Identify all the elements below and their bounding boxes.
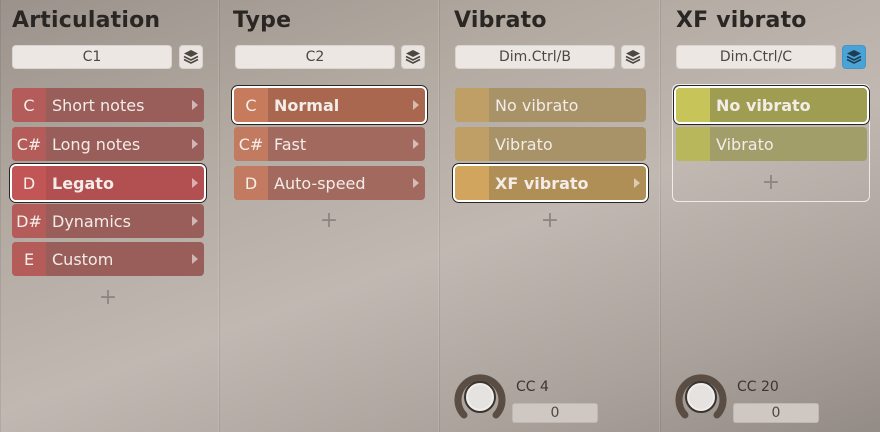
knob-icon[interactable] [675,371,727,423]
articulation-item-custom[interactable]: E Custom [12,242,204,276]
cc-value-field[interactable]: 0 [512,403,598,423]
vibrato-column: Vibrato Dim.Ctrl/B No vibrato Vibrato XF… [438,0,659,432]
layers-button[interactable] [621,45,645,69]
xf-vibrato-column: XF vibrato Dim.Ctrl/C No vibrato Vibrato… [659,0,880,432]
type-item-auto-speed[interactable]: D Auto-speed [234,166,425,200]
vibrato-item-no-vibrato[interactable]: No vibrato [455,88,646,122]
item-label: Normal [274,95,340,115]
layers-button-active[interactable] [842,45,866,69]
item-label: Legato [52,173,114,193]
item-label: Vibrato [495,134,553,154]
item-label: Custom [52,249,114,269]
chevron-right-icon [192,254,198,264]
layers-button[interactable] [401,45,425,69]
item-label: No vibrato [495,95,579,115]
key-swatch [676,127,710,161]
key-label: C [234,88,268,122]
layers-icon [846,50,862,64]
chevron-right-icon [192,100,198,110]
plus-icon[interactable]: + [317,210,341,232]
chevron-right-icon [634,178,640,188]
xf-vibrato-selector[interactable]: Dim.Ctrl/C [676,45,836,69]
chevron-right-icon [413,100,419,110]
type-item-fast[interactable]: C# Fast [234,127,425,161]
type-title: Type [233,8,292,33]
articulation-selector[interactable]: C1 [12,45,172,69]
key-label: D# [12,204,46,238]
item-label: Long notes [52,134,141,154]
cc-label: CC 20 [737,379,779,395]
articulation-item-short-notes[interactable]: C Short notes [12,88,204,122]
layers-icon [625,50,641,64]
chevron-right-icon [413,178,419,188]
key-swatch [455,166,489,200]
plus-icon[interactable]: + [759,172,783,194]
chevron-right-icon [192,139,198,149]
type-selector[interactable]: C2 [235,45,395,69]
item-label: Fast [274,134,307,154]
key-label: E [12,242,46,276]
xf-vibrato-item-no-vibrato[interactable]: No vibrato [676,88,867,122]
articulation-title: Articulation [12,8,161,33]
layers-button[interactable] [179,45,203,69]
plus-icon[interactable]: + [96,287,120,309]
vibrato-item-xf-vibrato[interactable]: XF vibrato [455,166,646,200]
item-label: XF vibrato [495,173,589,193]
vibrato-item-vibrato[interactable]: Vibrato [455,127,646,161]
key-swatch [455,127,489,161]
key-label: D [234,166,268,200]
chevron-right-icon [192,178,198,188]
key-label: C# [234,127,268,161]
layers-icon [405,50,421,64]
articulation-column: Articulation C1 C Short notes C# Long no… [0,0,218,432]
articulation-item-long-notes[interactable]: C# Long notes [12,127,204,161]
chevron-right-icon [192,216,198,226]
articulation-item-legato[interactable]: D Legato [12,166,204,200]
item-label: Dynamics [52,211,131,231]
type-item-normal[interactable]: C Normal [234,88,425,122]
cc-label: CC 4 [516,379,549,395]
key-label: C# [12,127,46,161]
knob-icon[interactable] [454,371,506,423]
item-label: No vibrato [716,95,811,115]
xf-vibrato-item-vibrato[interactable]: Vibrato [676,127,867,161]
item-label: Short notes [52,95,145,115]
item-label: Auto-speed [274,173,366,193]
vibrato-title: Vibrato [454,8,547,33]
type-column: Type C2 C Normal C# Fast D Auto-speed + [218,0,438,432]
cc-value-field[interactable]: 0 [733,403,819,423]
xf-vibrato-title: XF vibrato [676,8,807,33]
vibrato-selector[interactable]: Dim.Ctrl/B [455,45,615,69]
plus-icon[interactable]: + [538,210,562,232]
key-swatch [676,88,710,122]
key-label: C [12,88,46,122]
key-label: D [12,166,46,200]
chevron-right-icon [413,139,419,149]
item-label: Vibrato [716,134,774,154]
articulation-item-dynamics[interactable]: D# Dynamics [12,204,204,238]
layers-icon [183,50,199,64]
key-swatch [455,88,489,122]
